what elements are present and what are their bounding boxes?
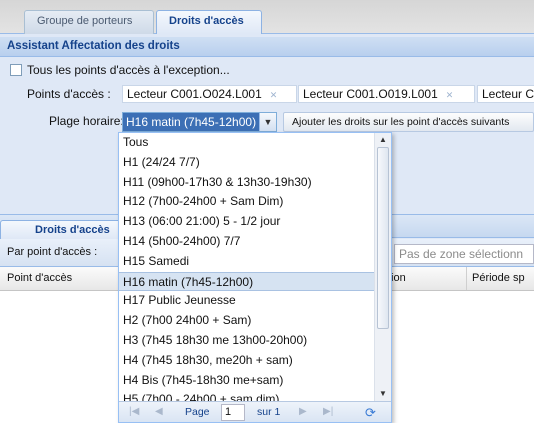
zone-field[interactable]: Pas de zone sélectionn	[394, 244, 534, 264]
next-page-icon[interactable]: ▶	[299, 406, 307, 417]
tab-groupe-porteurs[interactable]: Groupe de porteurs	[24, 10, 154, 34]
page-label: Page	[185, 406, 210, 418]
dropdown-option[interactable]: H4 Bis (7h45-18h30 me+sam)	[119, 371, 375, 391]
tab-bar: Groupe de porteurs Droits d'accès	[0, 0, 534, 34]
dropdown-option[interactable]: H1 (24/24 7/7)	[119, 153, 375, 173]
access-point-token[interactable]: Lecteur C	[477, 85, 534, 103]
first-page-icon[interactable]: |◀	[129, 406, 139, 417]
refresh-icon[interactable]: ⟳	[365, 405, 376, 421]
last-page-icon[interactable]: ▶|	[323, 406, 333, 417]
remove-icon[interactable]: ✕	[270, 90, 278, 100]
scroll-thumb[interactable]	[377, 147, 389, 329]
scroll-down-icon[interactable]: ▼	[375, 387, 391, 401]
remove-icon[interactable]: ✕	[446, 90, 454, 100]
dropdown-scrollbar[interactable]: ▲ ▼	[374, 133, 391, 401]
dropdown-option[interactable]: H15 Samedi	[119, 252, 375, 272]
column-separator	[466, 267, 467, 290]
access-point-token[interactable]: Lecteur C001.O019.L001 ✕	[298, 85, 475, 103]
page-of-label: sur 1	[257, 406, 281, 418]
page-input[interactable]: 1	[221, 404, 245, 421]
schedule-value[interactable]: H16 matin (7h45-12h00)	[123, 113, 259, 131]
schedule-dropdown-list: Tous H1 (24/24 7/7) H11 (09h00-17h30 & 13h…	[118, 132, 392, 423]
dropdown-pager: |◀ ◀ Page 1 sur 1 ▶ ▶| ⟳	[119, 401, 391, 422]
dropdown-option[interactable]: H16 matin (7h45-12h00)	[119, 271, 375, 292]
panel-title: Assistant Affectation des droits	[0, 37, 534, 57]
all-points-checkbox[interactable]	[10, 64, 22, 76]
column-header[interactable]: Période sp	[472, 272, 525, 284]
dropdown-option[interactable]: H5 (7h00 - 24h00 + sam dim)	[119, 390, 375, 401]
schedule-label: Plage horaire:	[49, 114, 124, 128]
dropdown-option[interactable]: H11 (09h00-17h30 & 13h30-19h30)	[119, 173, 375, 193]
dropdown-option[interactable]: H2 (7h00 24h00 + Sam)	[119, 311, 375, 331]
access-points-label: Points d'accès :	[27, 87, 111, 101]
app-window: Groupe de porteurs Droits d'accès Assist…	[0, 0, 534, 423]
dropdown-option[interactable]: H3 (7h45 18h30 me 13h00-20h00)	[119, 331, 375, 351]
prev-page-icon[interactable]: ◀	[155, 406, 163, 417]
column-header[interactable]: Point d'accès	[7, 272, 72, 284]
scroll-up-icon[interactable]: ▲	[375, 133, 391, 147]
token-label: Lecteur C001.O019.L001	[303, 87, 438, 101]
schedule-combo[interactable]: H16 matin (7h45-12h00) ▼	[122, 112, 277, 132]
dropdown-option[interactable]: H12 (7h00-24h00 + Sam Dim)	[119, 192, 375, 212]
tab-droits-acces-section[interactable]: Droits d'accès	[0, 220, 121, 239]
by-point-label: Par point d'accès :	[7, 246, 98, 258]
access-point-token[interactable]: Lecteur C001.O024.L001 ✕	[122, 85, 297, 103]
dropdown-option[interactable]: H17 Public Jeunesse	[119, 291, 375, 311]
dropdown-option[interactable]: H14 (5h00-24h00) 7/7	[119, 232, 375, 252]
dropdown-options: Tous H1 (24/24 7/7) H11 (09h00-17h30 & 13h…	[119, 133, 375, 401]
token-label: Lecteur C	[482, 87, 534, 101]
tab-droits-acces[interactable]: Droits d'accès	[156, 10, 262, 34]
dropdown-option[interactable]: H4 (7h45 18h30, me20h + sam)	[119, 351, 375, 371]
token-label: Lecteur C001.O024.L001	[127, 87, 262, 101]
dropdown-option[interactable]: H13 (06:00 21:00) 5 - 1/2 jour	[119, 212, 375, 232]
add-rights-button[interactable]: Ajouter les droits sur les point d'accès…	[283, 112, 534, 132]
dropdown-option[interactable]: Tous	[119, 133, 375, 153]
chevron-down-icon[interactable]: ▼	[259, 113, 276, 131]
all-points-label: Tous les points d'accès à l'exception...	[27, 63, 230, 77]
